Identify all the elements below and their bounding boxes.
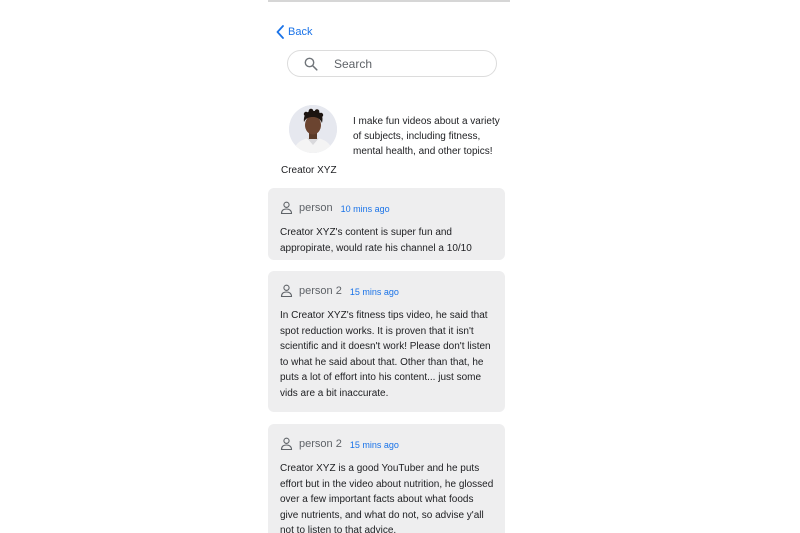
search-input[interactable]	[334, 56, 474, 71]
comment-text: In Creator XYZ's fitness tips video, he …	[280, 310, 491, 399]
search-icon	[304, 57, 318, 71]
person-icon	[280, 284, 293, 297]
comment-header: person 2 15 mins ago	[280, 281, 493, 297]
back-label: Back	[288, 26, 313, 38]
search-bar[interactable]	[287, 50, 497, 77]
back-button[interactable]: Back	[276, 25, 312, 39]
comment-text: Creator XYZ's content is super fun and a…	[280, 227, 472, 254]
avatar-photo	[289, 105, 337, 153]
creator-name: Creator XYZ	[281, 165, 337, 176]
comment-timestamp: 15 mins ago	[349, 287, 399, 297]
comment-text: Creator XYZ is a good YouTuber and he pu…	[280, 463, 494, 533]
person-icon	[280, 437, 293, 450]
comment-card: person 2 15 mins ago Creator XYZ is a go…	[268, 424, 505, 533]
comment-author: person 2	[299, 285, 342, 297]
comment-card: person 2 15 mins ago In Creator XYZ's fi…	[268, 271, 505, 412]
top-divider	[268, 0, 510, 2]
comment-author: person 2	[299, 438, 342, 450]
person-icon	[280, 201, 293, 214]
comment-timestamp: 15 mins ago	[349, 440, 399, 450]
comment-author: person	[299, 202, 333, 214]
comment-header: person 2 15 mins ago	[280, 434, 493, 450]
comment-header: person 10 mins ago	[280, 198, 493, 214]
app-screen: Back Creator XYZ I make fun videos about…	[268, 0, 510, 533]
comment-card: person 10 mins ago Creator XYZ's content…	[268, 188, 505, 260]
chevron-left-icon	[276, 25, 284, 39]
creator-bio: I make fun videos about a variety of sub…	[353, 116, 500, 157]
avatar[interactable]	[289, 105, 337, 153]
comment-timestamp: 10 mins ago	[340, 204, 390, 214]
